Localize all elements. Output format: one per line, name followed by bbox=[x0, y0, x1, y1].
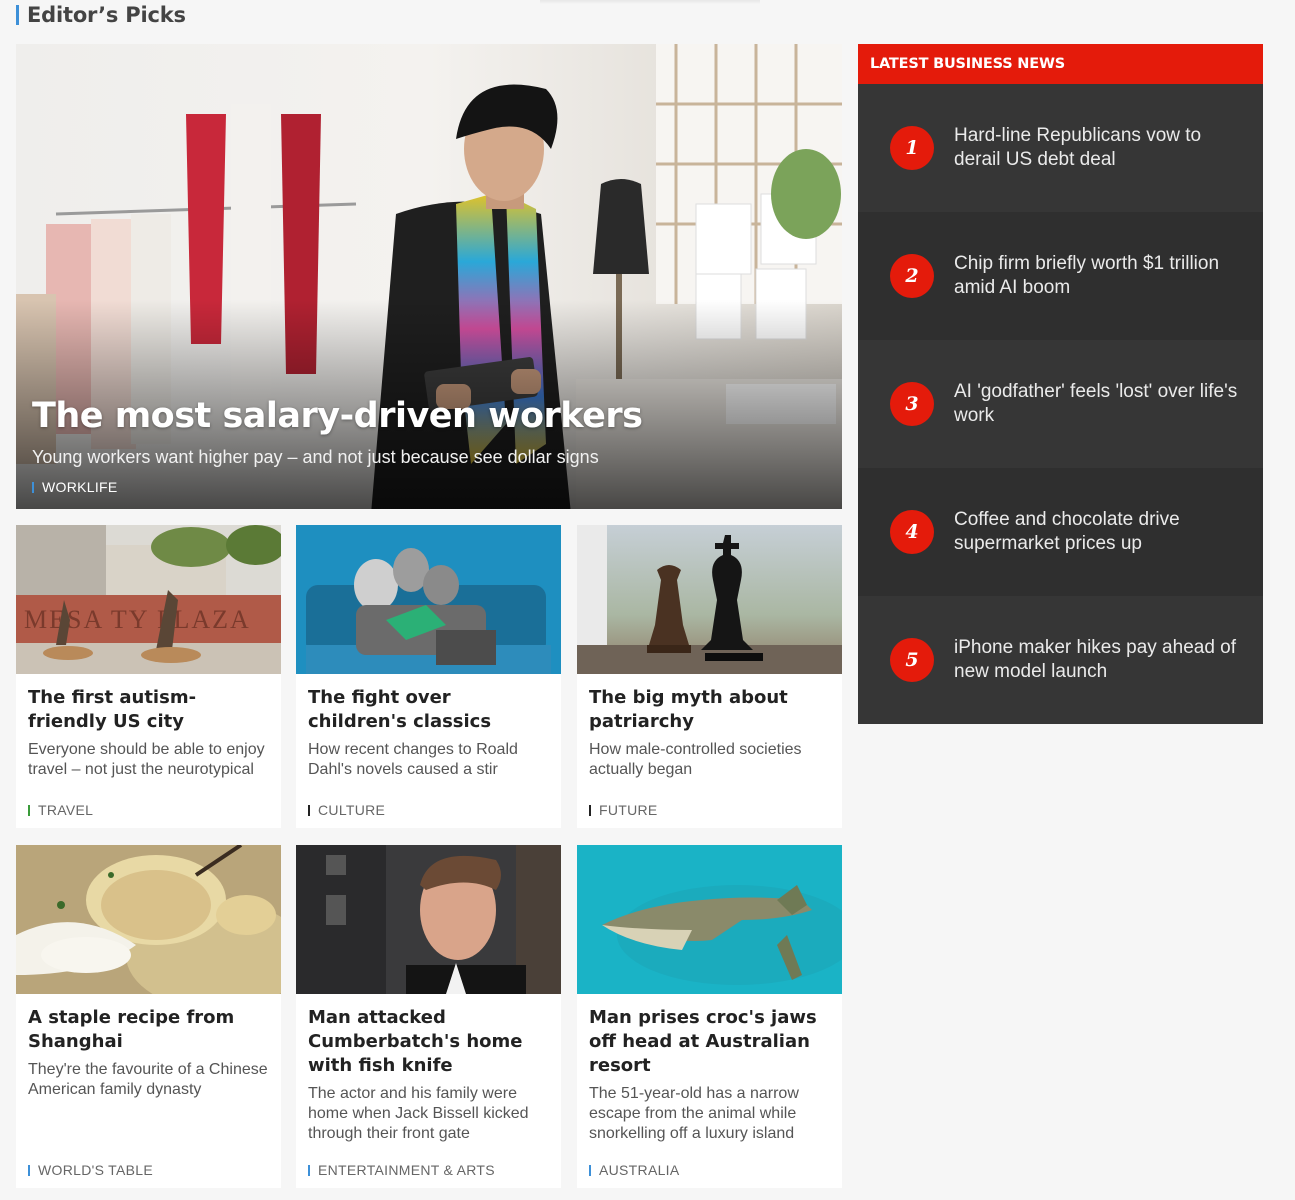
story-thumbnail: MESA TY PLAZA bbox=[16, 525, 281, 674]
story-description: They're the favourite of a Chinese Ameri… bbox=[28, 1061, 268, 1098]
story-section-tag[interactable]: WORLD'S TABLE bbox=[28, 1162, 153, 1178]
rank-badge: 4 bbox=[890, 510, 934, 554]
story-card[interactable]: The big myth about patriarchy How male-c… bbox=[577, 525, 842, 828]
top-shadow bbox=[540, 0, 760, 4]
story-description: The actor and his family were home when … bbox=[308, 1085, 529, 1142]
story-thumbnail bbox=[577, 525, 842, 674]
latest-news-title: LATEST BUSINESS NEWS bbox=[870, 56, 1065, 72]
story-tag-label: WORLD'S TABLE bbox=[38, 1162, 153, 1178]
latest-news-item[interactable]: 4 Coffee and chocolate drive supermarket… bbox=[858, 468, 1263, 596]
story-card[interactable]: Man attacked Cumberbatch's home with fis… bbox=[296, 845, 561, 1188]
latest-news-headline[interactable]: iPhone maker hikes pay ahead of new mode… bbox=[954, 636, 1244, 684]
story-thumbnail bbox=[16, 845, 281, 994]
rank-badge: 2 bbox=[890, 254, 934, 298]
latest-news-item[interactable]: 1 Hard-line Republicans vow to derail US… bbox=[858, 84, 1263, 212]
story-title[interactable]: The big myth about patriarchy bbox=[589, 686, 830, 734]
story-title[interactable]: The first autism-friendly US city bbox=[28, 686, 269, 734]
story-thumbnail bbox=[296, 845, 561, 994]
section-accent-bar bbox=[16, 5, 19, 25]
hero-subtitle: Young workers want higher pay – and not … bbox=[32, 447, 599, 467]
rank-badge: 3 bbox=[890, 382, 934, 426]
story-title[interactable]: The fight over children's classics bbox=[308, 686, 549, 734]
latest-news-item[interactable]: 2 Chip firm briefly worth $1 trillion am… bbox=[858, 212, 1263, 340]
story-description: How recent changes to Roald Dahl's novel… bbox=[308, 741, 518, 778]
latest-news-item[interactable]: 5 iPhone maker hikes pay ahead of new mo… bbox=[858, 596, 1263, 724]
section-title: Editor’s Picks bbox=[27, 3, 186, 27]
latest-news-headline[interactable]: Coffee and chocolate drive supermarket p… bbox=[954, 508, 1244, 556]
hero-section-tag[interactable]: WORKLIFE bbox=[32, 479, 118, 495]
story-section-tag[interactable]: TRAVEL bbox=[28, 802, 93, 818]
story-description: The 51-year-old has a narrow escape from… bbox=[589, 1085, 799, 1142]
story-section-tag[interactable]: FUTURE bbox=[589, 802, 658, 818]
story-section-tag[interactable]: ENTERTAINMENT & ARTS bbox=[308, 1162, 495, 1178]
hero-image bbox=[16, 44, 842, 509]
story-section-tag[interactable]: CULTURE bbox=[308, 802, 385, 818]
latest-news-header[interactable]: LATEST BUSINESS NEWS bbox=[858, 44, 1263, 84]
story-description: Everyone should be able to enjoy travel … bbox=[28, 741, 265, 778]
tag-bar bbox=[308, 1164, 310, 1176]
tag-bar bbox=[308, 804, 310, 816]
story-tag-label: ENTERTAINMENT & ARTS bbox=[318, 1162, 495, 1178]
story-tag-label: CULTURE bbox=[318, 802, 386, 818]
hero-tag-label: WORKLIFE bbox=[42, 479, 118, 495]
story-card[interactable]: MESA TY PLAZA The first autism-friendly … bbox=[16, 525, 281, 828]
tag-bar bbox=[32, 481, 34, 493]
mesa-sign-text: MESA TY PLAZA bbox=[24, 605, 251, 634]
story-card[interactable]: A staple recipe from Shanghai They're th… bbox=[16, 845, 281, 1188]
rank-badge: 5 bbox=[890, 638, 934, 682]
rank-badge: 1 bbox=[890, 126, 934, 170]
latest-news-headline[interactable]: Chip firm briefly worth $1 trillion amid… bbox=[954, 252, 1244, 300]
tag-bar bbox=[589, 804, 591, 816]
story-thumbnail bbox=[296, 525, 561, 674]
hero-title[interactable]: The most salary-driven workers bbox=[32, 396, 643, 436]
story-description: How male-controlled societies actually b… bbox=[589, 741, 802, 778]
story-tag-label: TRAVEL bbox=[38, 802, 94, 818]
tag-bar bbox=[589, 1164, 591, 1176]
latest-news-item[interactable]: 3 AI 'godfather' feels 'lost' over life'… bbox=[858, 340, 1263, 468]
story-card[interactable]: The fight over children's classics How r… bbox=[296, 525, 561, 828]
hero-story[interactable]: The most salary-driven workers Young wor… bbox=[16, 44, 842, 509]
tag-bar bbox=[28, 804, 30, 816]
story-title[interactable]: A staple recipe from Shanghai bbox=[28, 1006, 269, 1054]
story-tag-label: AUSTRALIA bbox=[599, 1162, 680, 1178]
story-tag-label: FUTURE bbox=[599, 802, 658, 818]
story-title[interactable]: Man attacked Cumberbatch's home with fis… bbox=[308, 1006, 549, 1078]
tag-bar bbox=[28, 1164, 30, 1176]
story-card[interactable]: Man prises croc's jaws off head at Austr… bbox=[577, 845, 842, 1188]
latest-business-news: LATEST BUSINESS NEWS 1 Hard-line Republi… bbox=[858, 44, 1263, 724]
latest-news-headline[interactable]: AI 'godfather' feels 'lost' over life's … bbox=[954, 380, 1244, 428]
latest-news-headline[interactable]: Hard-line Republicans vow to derail US d… bbox=[954, 124, 1244, 172]
story-section-tag[interactable]: AUSTRALIA bbox=[589, 1162, 680, 1178]
story-title[interactable]: Man prises croc's jaws off head at Austr… bbox=[589, 1006, 830, 1078]
story-thumbnail bbox=[577, 845, 842, 994]
section-header: Editor’s Picks bbox=[16, 3, 186, 27]
